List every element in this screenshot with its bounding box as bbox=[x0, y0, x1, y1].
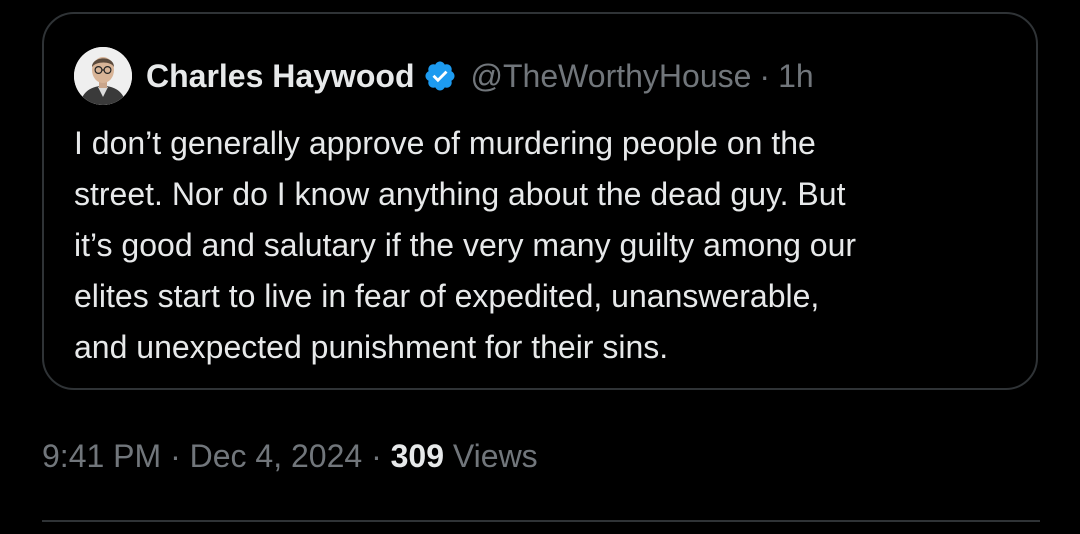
quoted-tweet-text-line: street. Nor do I know anything about the… bbox=[74, 176, 846, 212]
meta-separator: · bbox=[170, 438, 181, 474]
avatar-photo-icon bbox=[74, 47, 132, 105]
avatar[interactable] bbox=[74, 47, 132, 105]
quoted-tweet-text-line: I don’t generally approve of murdering p… bbox=[74, 125, 816, 161]
author-name[interactable]: Charles Haywood bbox=[146, 58, 415, 95]
quoted-tweet-text-line: elites start to live in fear of expedite… bbox=[74, 278, 820, 314]
author-handle[interactable]: @TheWorthyHouse bbox=[471, 58, 752, 95]
tweet-time[interactable]: 9:41 PM bbox=[42, 438, 161, 474]
verified-badge-icon bbox=[423, 59, 457, 93]
tweet-date[interactable]: Dec 4, 2024 bbox=[190, 438, 363, 474]
quoted-tweet-text-line: and unexpected punishment for their sins… bbox=[74, 329, 669, 365]
views-count[interactable]: 309 bbox=[391, 438, 444, 474]
separator-dot: · bbox=[759, 57, 771, 94]
meta-separator: · bbox=[371, 438, 382, 474]
relative-timestamp[interactable]: 1h bbox=[778, 58, 814, 95]
quoted-tweet-text-line: it’s good and salutary if the very many … bbox=[74, 227, 857, 263]
divider bbox=[42, 520, 1040, 522]
quoted-tweet-header: Charles Haywood @TheWorthyHouse · 1h bbox=[74, 47, 814, 105]
quoted-tweet-card[interactable]: Charles Haywood @TheWorthyHouse · 1h I d… bbox=[42, 12, 1038, 390]
views-label[interactable]: Views bbox=[453, 438, 538, 474]
tweet-metadata: 9:41 PM · Dec 4, 2024 · 309 Views bbox=[42, 438, 538, 475]
quoted-tweet-text: I don’t generally approve of murdering p… bbox=[74, 118, 1014, 373]
